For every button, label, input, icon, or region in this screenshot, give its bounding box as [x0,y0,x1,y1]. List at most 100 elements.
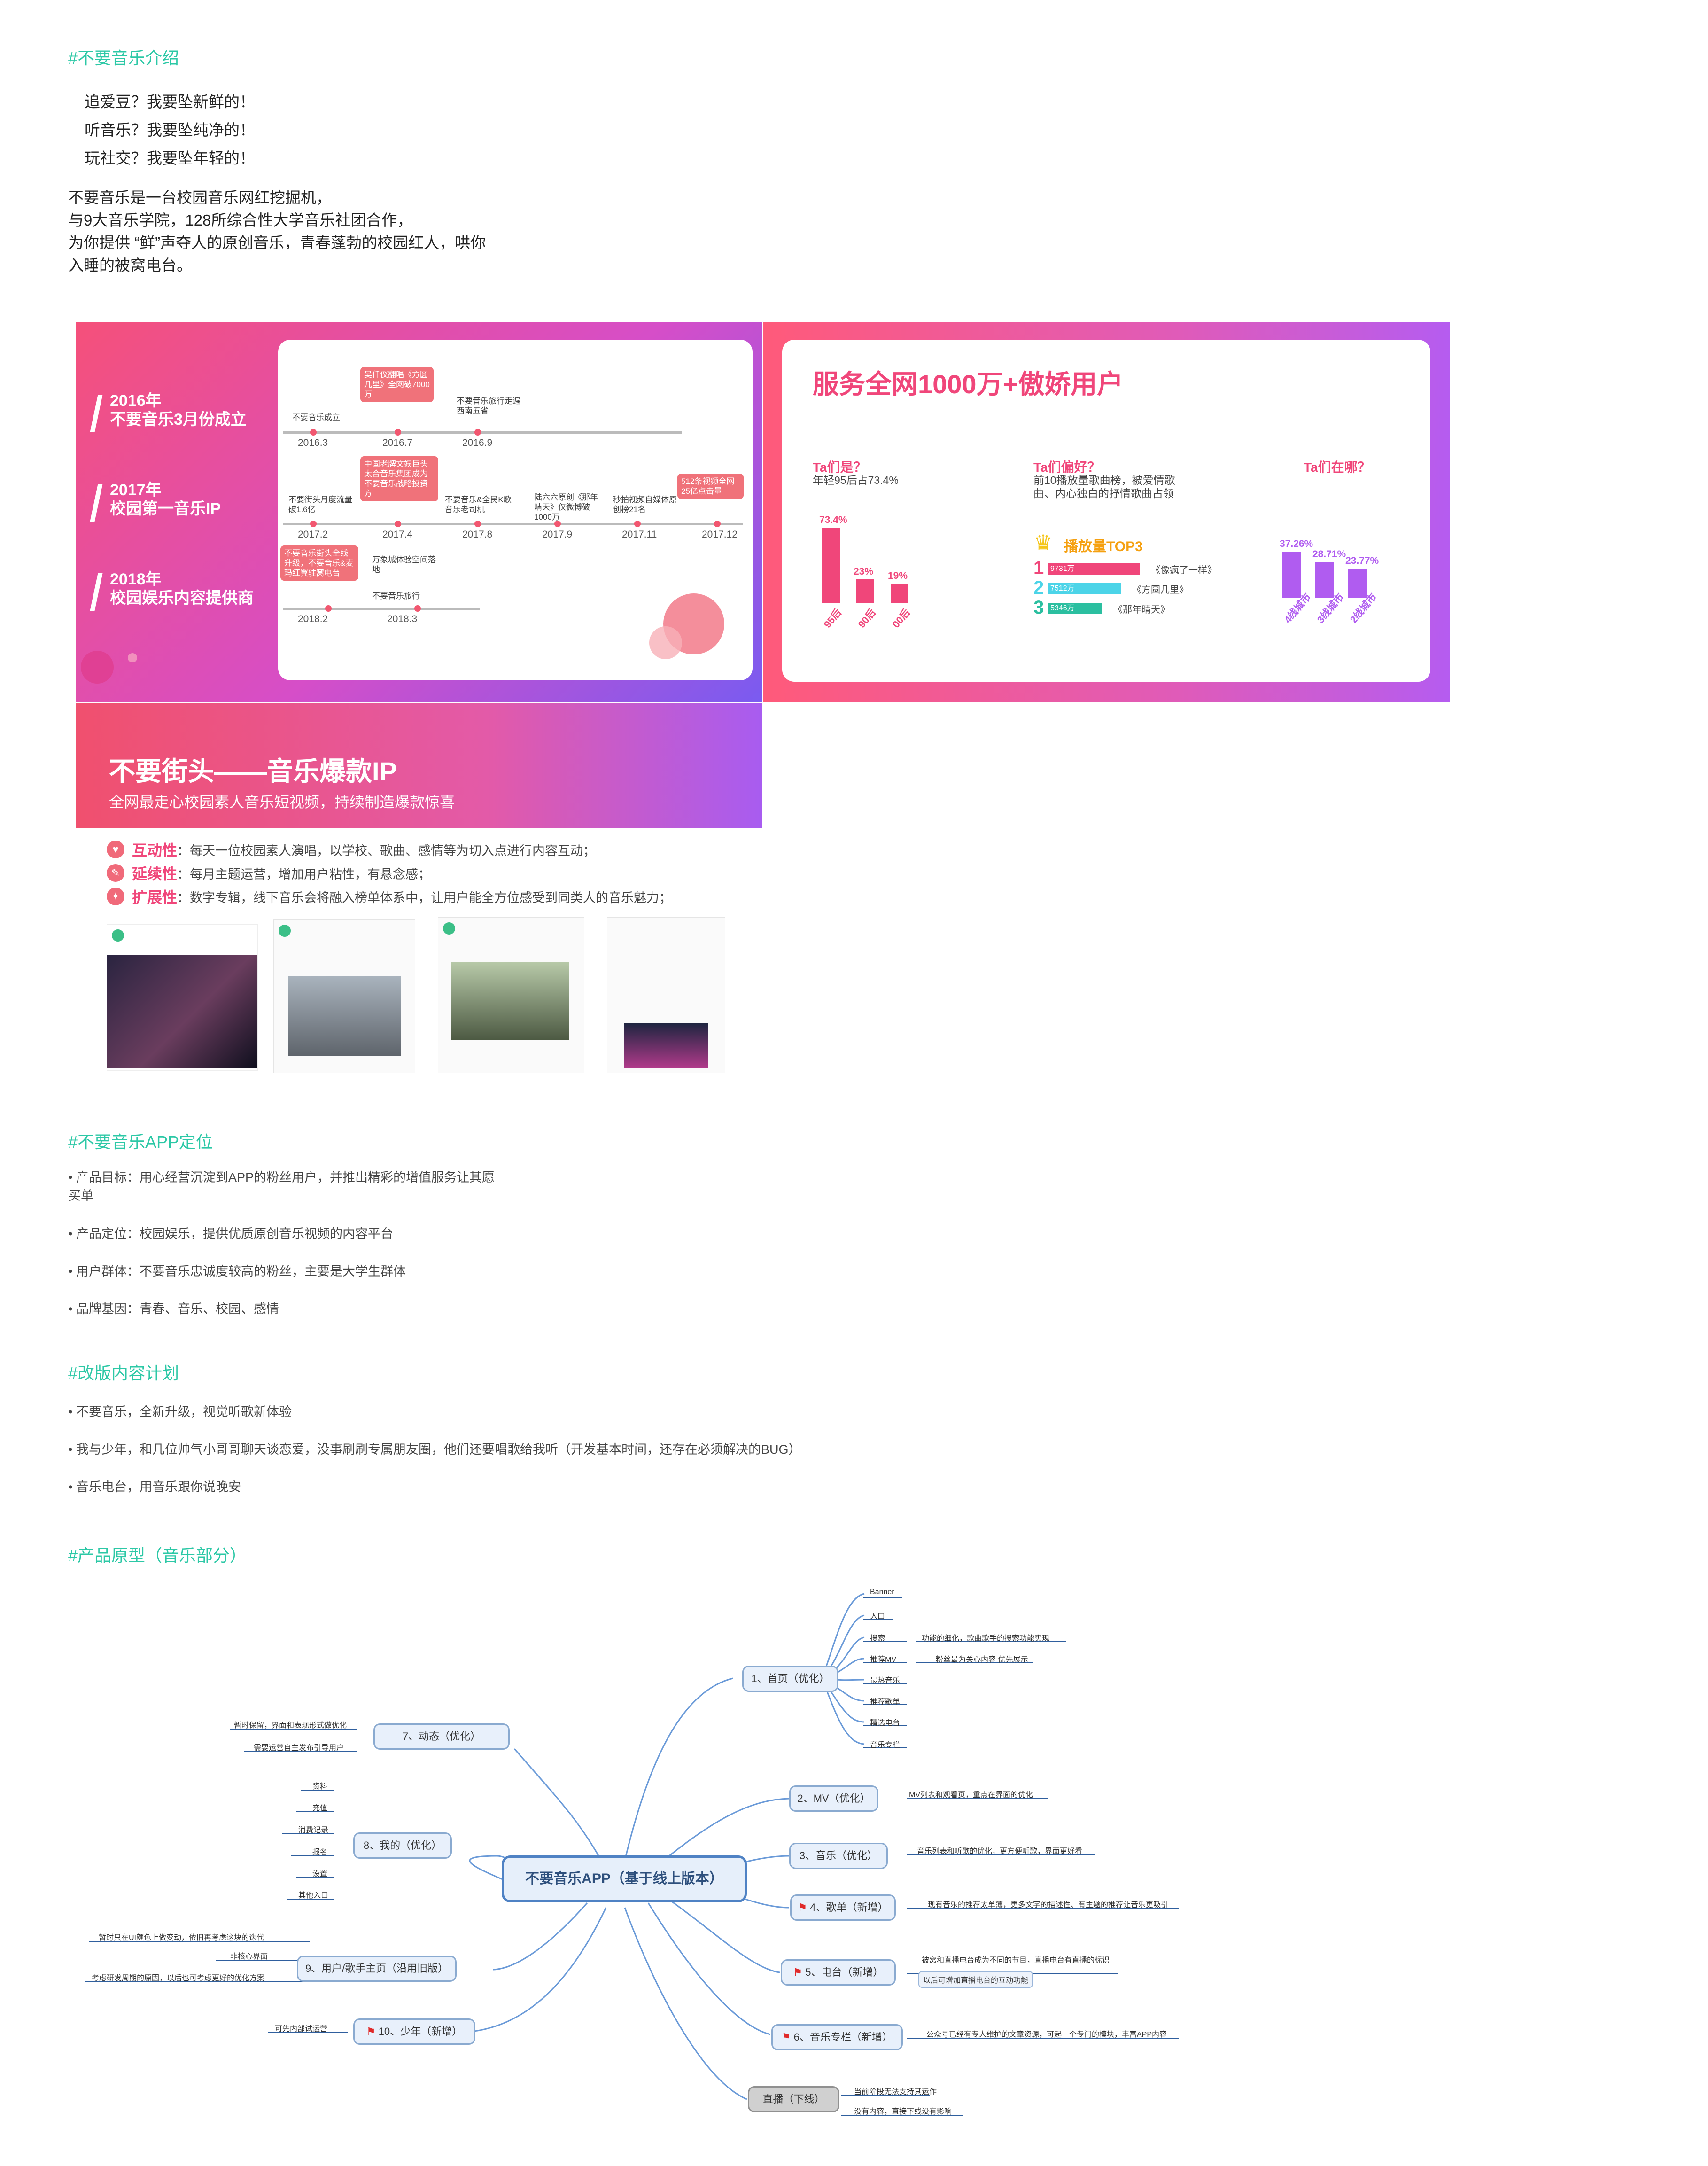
date: 2017.4 [382,529,413,540]
plan-item: • 不要音乐，全新升级，视觉听歌新体验 [68,1405,292,1419]
mindmap-node-column[interactable]: ⚑ 6、音乐专栏（新增） [771,2024,903,2050]
top3-plays-bar: 5346万 [1048,603,1102,614]
mindmap-leaf: 入口 [870,1613,885,1621]
users-slide: 服务全网1000万+傲娇用户 Ta们是？ 年轻95后占73.4% 73.4% 95… [763,322,1450,702]
flag-icon: ⚑ [781,2031,794,2043]
chart-bar [822,528,840,603]
mindmap-node-youth[interactable]: ⚑ 10、少年（新增） [353,2018,475,2045]
mindmap-leaf: 消费记录 [298,1826,329,1834]
date: 2017.12 [702,529,738,540]
video-screenshot-1 [107,924,258,1071]
top3-list: 1 9731万 《像疯了一样》 2 7512万 《方圆几里》 3 5346万 《那年晴天》 [1033,558,1268,631]
chart-bar [856,579,874,603]
date: 2018.3 [387,614,418,624]
ip-title: 不要街头——音乐爆款IP [109,756,397,786]
year-2017: 2017年 校园第一音乐IP [110,481,221,518]
mindmap-leaf: 需要运营自主发布引导用户 [254,1744,344,1752]
mindmap-node-profile[interactable]: 9、用户/歌手主页（沿用旧版） [297,1956,457,1982]
mindmap-leaf: Banner [870,1588,894,1596]
mindmap-leaf: 当前阶段无法支持其运作 [854,2088,937,2096]
event-highlight: 512条视频全网25亿点击量 [677,474,744,499]
mindmap-leaf: 被窝和直播电台成为不同的节目，直播电台有直播的标识 [922,1956,1110,1964]
positioning-item: • 产品目标：用心经营沉淀到APP的粉丝用户，并推出精彩的增值服务让其愿 [68,1170,495,1184]
chart-value-label: 28.71% [1312,549,1346,560]
mindmap-leaf: 其他入口 [298,1892,329,1900]
plan-item: • 音乐电台，用音乐跟你说晚安 [68,1480,241,1494]
mindmap-leaf: 暂时保留，界面和表现形式做优化 [234,1722,347,1730]
date: 2016.3 [298,437,328,448]
positioning-heading: #不要音乐APP定位 [68,1132,213,1152]
mindmap-lines [85,1593,1179,2116]
mindmap-leaf: 现有音乐的推荐太单薄，更多文字的描述性、有主题的推荐让音乐更吸引 [928,1901,1169,1909]
date: 2017.8 [462,529,493,540]
positioning-item: • 产品定位：校园娱乐，提供优质原创音乐视频的内容平台 [68,1227,393,1241]
video-screenshot-2 [273,919,415,1073]
mindmap-node-radio[interactable]: ⚑ 5、电台（新增） [781,1959,896,1986]
city-chart: 37.26% 4线城市 28.71% 3线城市 23.77% 2线城市 [1280,509,1395,625]
date: 2016.9 [462,437,493,448]
mindmap-leaf: 暂时只在UI颜色上做变动，依旧再考虑这块的迭代 [99,1934,264,1942]
mindmap-leaf: 设置 [312,1870,328,1878]
mindmap-leaf: 搜索 [870,1635,885,1643]
mindmap-leaf: MV列表和观看页，重点在界面的优化 [909,1791,1033,1799]
mindmap-root: 不要音乐APP（基于线上版本） [502,1855,747,1902]
heart-icon: ♥ [107,841,124,858]
chart-value-label: 37.26% [1280,538,1313,549]
top3-rank: 2 [1033,577,1044,598]
event: 万象城体验空间落地 [372,555,436,574]
mindmap-leaf: 报名 [312,1848,328,1856]
event: 不要音乐成立 [292,413,340,422]
mindmap-node-home[interactable]: 1、首页（优化） [742,1666,838,1692]
plan-heading: #改版内容计划 [68,1363,179,1383]
mindmap-leaf: 公众号已经有专人维护的文章资源，可起一个专门的模块，丰富APP内容 [926,2031,1167,2039]
video-screenshot-3 [438,917,584,1073]
mindmap-node-mv[interactable]: 2、MV（优化） [789,1785,878,1812]
mindmap-leaf: 考虑研发周期的原因，以后也可考虑更好的优化方案 [92,1974,265,1982]
slogan-1: 追爱豆？我要坠新鲜的！ [85,93,255,110]
event: 不要音乐&全民K歌音乐老司机 [445,495,512,514]
mindmap-node-live[interactable]: 直播（下线） [748,2086,839,2112]
flag-icon: ⚑ [366,2026,379,2037]
tool-icon: ✎ [107,864,124,882]
year-2018: 2018年 校园娱乐内容提供商 [110,570,254,607]
positioning-item: • 品牌基因：青春、音乐、校园、感情 [68,1302,279,1316]
top3-song: 《方圆几里》 [1132,585,1188,595]
chart-bar [1315,562,1334,598]
mindmap-node-music[interactable]: 3、音乐（优化） [789,1843,888,1869]
crown-icon: ♛ [1033,530,1053,555]
mindmap-leaf: 推荐MV [870,1656,897,1664]
date: 2017.11 [622,529,657,540]
mindmap-leaf: 最热音乐 [870,1677,901,1685]
mindmap-node-mine[interactable]: 8、我的（优化） [353,1832,452,1859]
flag-icon: ⚑ [798,1901,810,1913]
chart-value-label: 23% [854,566,874,577]
top3-title: 播放量TOP3 [1064,539,1143,554]
prototype-heading: #产品原型（音乐部分） [68,1546,247,1565]
chart-category-label: 90后 [856,607,878,630]
intro-heading: #不要音乐介绍 [68,48,179,68]
top3-song: 《那年晴天》 [1113,605,1170,615]
mindmap-leaf: 精选电台 [870,1719,901,1727]
date: 2016.7 [382,437,413,448]
mindmap-leaf: 音乐专栏 [870,1741,901,1749]
mindmap-leaf: 音乐列表和听歌的优化，更方便听歌，界面更好看 [917,1847,1083,1855]
chart-value-label: 23.77% [1345,555,1379,566]
mindmap-leaf: 粉丝最为关心内容 优先展示 [936,1656,1028,1664]
prefer-question: Ta们偏好？ [1033,460,1101,475]
mindmap-leaf: 非核心界面 [230,1953,268,1961]
video-screenshot-4 [607,917,725,1073]
feature-row: ✎ 延续性 ：每月主题运营，增加用户粘性，有悬念感； [107,862,431,884]
timeline-slide: 2016年 不要音乐3月份成立 2017年 校园第一音乐IP 2018年 校园娱乐内容… [76,322,762,702]
users-title: 服务全网1000万+傲娇用户 [813,369,1124,399]
mindmap-node-playlist[interactable]: ⚑ 4、歌单（新增） [790,1894,896,1921]
year-2016: 2016年 不要音乐3月份成立 [110,392,247,429]
flag-icon: ⚑ [793,1966,806,1978]
event-highlight: 不要音乐街头全线升级，不要音乐&麦玛红翼驻窝电台 [280,545,358,581]
feature-row: ✦ 扩展性 ：数字专辑，线下音乐会将融入榜单体系中，让用户能全方位感受到同类人的音… [107,886,672,907]
mindmap-leaf: 资料 [312,1783,328,1791]
top3-plays-bar: 9731万 [1048,563,1140,575]
top3-plays-bar: 7512万 [1048,583,1121,594]
plan-item: • 我与少年，和几位帅气小哥哥聊天谈恋爱，没事刷刷专属朋友圈，他们还要唱歌给我听… [68,1442,801,1457]
feature-row: ♥ 互动性 ：每天一位校园素人演唱，以学校、歌曲、感情等为切入点进行内容互动； [107,839,596,860]
mindmap-node-feed[interactable]: 7、动态（优化） [373,1723,510,1750]
